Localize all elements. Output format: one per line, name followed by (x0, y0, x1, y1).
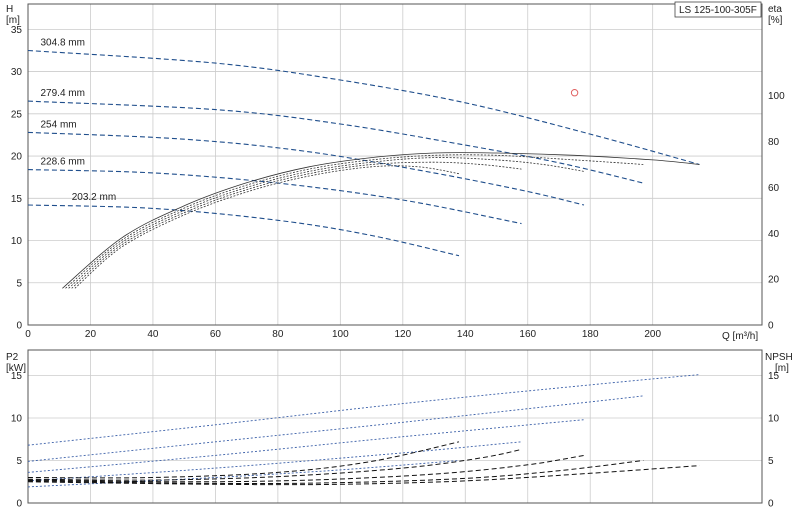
y-tick-label-left-bottom: 10 (11, 414, 23, 425)
y-tick-label-right-bottom: 10 (768, 414, 780, 425)
head-curve-4 (27, 204, 460, 257)
y-tick-label-left-top: 35 (11, 25, 23, 36)
diameter-label-4: 203.2 mm (72, 192, 116, 203)
diameter-label-1: 279.4 mm (40, 88, 84, 99)
y-tick-label-left-bottom: 0 (16, 499, 22, 510)
bottom-ylabel-right-2: [m] (775, 363, 789, 374)
x-tick-label: 80 (272, 329, 284, 340)
x-tick-label: 40 (147, 329, 159, 340)
head-curve-0 (27, 49, 700, 166)
x-tick-label: 120 (394, 329, 411, 340)
head-curve-1 (27, 100, 644, 184)
pump-curve-svg: 0 20 40 60 80 100 120 140 160 180 2000510152025303… (6, 1, 793, 510)
top-xlabel: Q [m³/h] (722, 331, 758, 342)
y-tick-label-right-top: 40 (768, 229, 780, 240)
x-tick-label: 20 (85, 329, 97, 340)
y-tick-label-right-bottom: 0 (768, 499, 774, 510)
y-tick-label-right-top: 0 (768, 321, 774, 332)
x-tick-label: 200 (644, 329, 661, 340)
npsh-curve-4 (27, 441, 460, 479)
diameter-label-2: 254 mm (40, 119, 76, 130)
y-tick-label-left-top: 10 (11, 236, 23, 247)
y-tick-label-left-top: 5 (16, 278, 22, 289)
bottom-plot-frame (27, 349, 763, 504)
y-tick-label-right-bottom: 5 (768, 456, 774, 467)
power-curve-0 (27, 374, 700, 446)
x-tick-label: 160 (519, 329, 536, 340)
y-tick-label-right-top: 80 (768, 137, 780, 148)
x-tick-label: 180 (582, 329, 599, 340)
top-ylabel-right-2: [%] (768, 15, 783, 26)
y-tick-label-left-top: 0 (16, 321, 22, 332)
efficiency-curve-4 (74, 165, 460, 289)
npsh-curve-3 (27, 448, 522, 481)
diameter-label-0: 304.8 mm (40, 37, 84, 48)
y-tick-label-left-top: 15 (11, 194, 23, 205)
top-ylabel-left-1: H (6, 4, 13, 15)
y-tick-label-left-top: 20 (11, 152, 23, 163)
top-ylabel-left-2: [m] (6, 15, 20, 26)
power-curve-2 (27, 419, 585, 473)
bottom-ylabel-right-1: NPSH (765, 352, 793, 363)
duty-point-marker (570, 88, 579, 97)
y-tick-label-right-top: 100 (768, 91, 785, 102)
efficiency-curve-1 (65, 154, 644, 289)
axes-layer: 0 20 40 60 80 100 120 140 160 180 2000510152025303… (11, 3, 785, 510)
model-label: LS 125-100-305F (679, 5, 757, 16)
efficiency-curve-2 (68, 157, 585, 289)
bottom-ylabel-left-2: [kW] (6, 363, 26, 374)
y-tick-label-right-top: 60 (768, 183, 780, 194)
y-tick-label-left-top: 25 (11, 109, 23, 120)
labels-layer: 304.8 mm 279.4 mm 254 mm 228.6 mm 203.2 mm (40, 37, 116, 203)
y-tick-label-left-top: 30 (11, 67, 23, 78)
efficiency-curve-3 (71, 161, 522, 289)
curves-layer (27, 49, 700, 488)
bottom-ylabel-left-1: P2 (6, 352, 19, 363)
top-ylabel-right-1: eta (768, 4, 782, 15)
x-tick-label: 0 (25, 329, 31, 340)
diameter-label-3: 228.6 mm (40, 157, 84, 168)
grid-layer (27, 4, 762, 504)
x-tick-label: 60 (210, 329, 222, 340)
top-plot-frame (27, 3, 763, 326)
y-tick-label-left-bottom: 5 (16, 456, 22, 467)
power-curve-1 (27, 395, 644, 462)
y-tick-label-right-top: 20 (768, 275, 780, 286)
x-tick-label: 140 (457, 329, 474, 340)
pump-curve-chart: 0 20 40 60 80 100 120 140 160 180 200 0 5 10 15 20 25 30 3… (0, 0, 800, 520)
x-tick-label: 100 (332, 329, 349, 340)
